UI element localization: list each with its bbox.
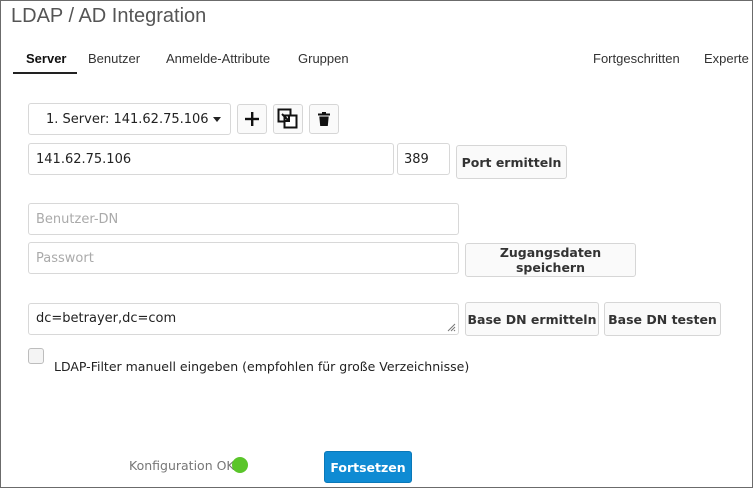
manual-filter-label[interactable]: LDAP-Filter manuell eingeben (empfohlen … bbox=[54, 359, 469, 374]
trash-icon bbox=[318, 112, 330, 126]
port-input[interactable] bbox=[397, 143, 450, 175]
configuration-status-text: Konfiguration OK bbox=[129, 458, 235, 473]
continue-button[interactable]: Fortsetzen bbox=[324, 451, 412, 483]
add-server-button[interactable] bbox=[237, 104, 267, 134]
copy-server-button[interactable] bbox=[273, 104, 303, 134]
tab-fortgeschritten[interactable]: Fortgeschritten bbox=[593, 51, 680, 66]
tab-benutzer[interactable]: Benutzer bbox=[88, 51, 140, 66]
password-input[interactable] bbox=[28, 242, 459, 274]
ldap-settings-panel: LDAP / AD Integration Server Benutzer An… bbox=[0, 0, 753, 488]
active-tab-indicator bbox=[13, 72, 77, 74]
host-input[interactable] bbox=[28, 143, 394, 175]
status-ok-icon bbox=[232, 457, 248, 473]
user-dn-input[interactable] bbox=[28, 203, 459, 235]
detect-port-button[interactable]: Port ermitteln bbox=[456, 145, 567, 179]
server-select-value: 1. Server: 141.62.75.106 bbox=[46, 111, 209, 127]
manual-filter-checkbox[interactable] bbox=[28, 348, 44, 364]
copy-config-icon bbox=[277, 108, 298, 129]
test-base-dn-button[interactable]: Base DN testen bbox=[604, 302, 721, 336]
server-select[interactable]: 1. Server: 141.62.75.106 bbox=[28, 103, 231, 135]
tab-anmelde-attribute[interactable]: Anmelde-Attribute bbox=[166, 51, 270, 66]
plus-icon bbox=[245, 112, 259, 126]
base-dn-textarea[interactable]: dc=betrayer,dc=com bbox=[28, 303, 459, 335]
tab-gruppen[interactable]: Gruppen bbox=[298, 51, 349, 66]
detect-base-dn-button[interactable]: Base DN ermitteln bbox=[465, 302, 599, 336]
tab-server[interactable]: Server bbox=[26, 51, 66, 66]
save-credentials-button[interactable]: Zugangsdaten speichern bbox=[465, 243, 636, 277]
resize-grip-icon[interactable] bbox=[447, 323, 456, 332]
tab-experte[interactable]: Experte bbox=[704, 51, 749, 66]
delete-server-button[interactable] bbox=[309, 104, 339, 134]
page-title: LDAP / AD Integration bbox=[11, 5, 207, 27]
chevron-down-icon bbox=[213, 117, 221, 122]
